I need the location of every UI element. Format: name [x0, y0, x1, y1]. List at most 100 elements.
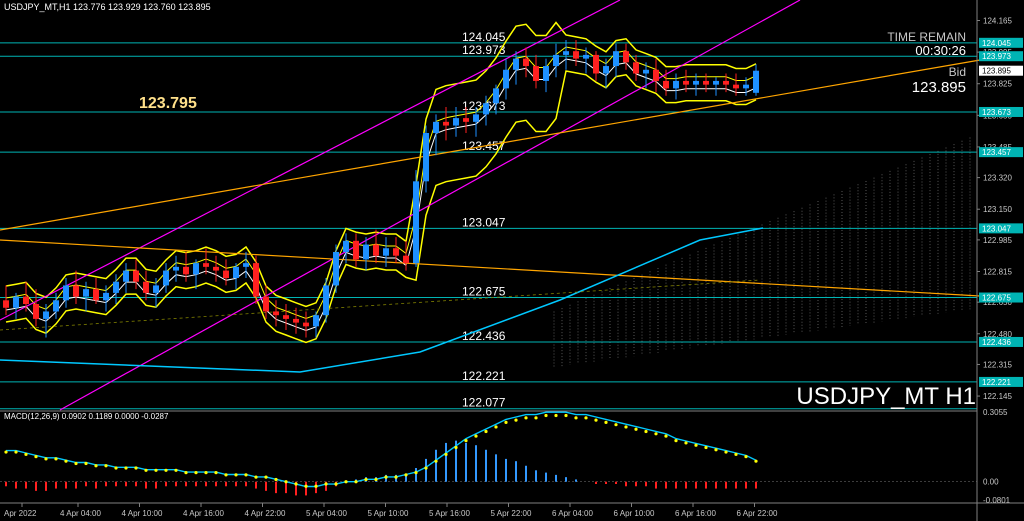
candle-bull — [383, 248, 389, 256]
price-highlight-label: 123.895 — [982, 67, 1011, 76]
candle-bull — [123, 270, 129, 282]
macd-signal-dot — [604, 420, 608, 424]
candle-bull — [173, 266, 179, 271]
candle-bull — [553, 54, 559, 67]
time-tick-label: 5 Apr 22:00 — [491, 509, 532, 518]
level-label: 122.077 — [462, 396, 506, 410]
candle-bear — [223, 270, 229, 278]
candle-bull — [743, 84, 749, 89]
price-highlight-label: 122.436 — [982, 338, 1011, 347]
macd-signal-dot — [674, 439, 678, 443]
candle-bull — [163, 270, 169, 286]
macd-signal-dot — [394, 475, 398, 479]
price-highlight-label: 123.457 — [982, 148, 1011, 157]
price-chart[interactable]: 124.045123.973123.673123.457123.047122.6… — [0, 0, 1024, 521]
macd-signal-dot — [124, 466, 128, 470]
macd-signal-dot — [4, 450, 8, 454]
macd-signal-dot — [194, 470, 198, 475]
candle-bull — [603, 66, 609, 74]
candle-bear — [23, 296, 29, 305]
level-label: 122.436 — [462, 329, 506, 343]
candle-bear — [573, 51, 579, 59]
level-label: 122.675 — [462, 285, 506, 299]
macd-signal-dot — [334, 482, 338, 486]
candle-bear — [663, 80, 669, 89]
macd-signal-dot — [474, 434, 478, 438]
macd-signal-dot — [514, 418, 518, 422]
level-label: 122.221 — [462, 369, 506, 383]
candle-bull — [453, 118, 459, 126]
macd-signal-dot — [224, 473, 228, 477]
macd-signal-dot — [744, 455, 748, 459]
candle-bull — [673, 80, 679, 89]
price-highlight-label: 124.045 — [982, 39, 1011, 48]
chart-background — [0, 0, 1024, 521]
macd-signal-dot — [44, 457, 48, 461]
candle-bull — [53, 300, 59, 312]
candle-bear — [303, 322, 309, 327]
macd-signal-dot — [564, 413, 568, 418]
candle-bear — [293, 318, 299, 323]
candle-bear — [93, 289, 99, 301]
macd-signal-dot — [14, 450, 18, 454]
macd-signal-dot — [694, 443, 698, 447]
macd-signal-dot — [434, 459, 438, 463]
time-tick-label: 6 Apr 16:00 — [675, 509, 716, 518]
macd-signal-dot — [174, 468, 178, 472]
macd-signal-dot — [624, 425, 628, 429]
candle-bear — [143, 281, 149, 293]
price-tick-label: 122.315 — [983, 360, 1012, 369]
macd-signal-dot — [164, 468, 168, 472]
macd-signal-dot — [304, 484, 308, 488]
macd-signal-dot — [614, 423, 618, 427]
time-tick-label: 6 Apr 22:00 — [737, 509, 778, 518]
macd-signal-dot — [384, 475, 388, 479]
macd-signal-dot — [644, 429, 648, 434]
candle-bull — [323, 285, 329, 316]
price-tick-label: 124.165 — [983, 17, 1012, 26]
candle-bull — [713, 80, 719, 85]
candle-bull — [103, 292, 109, 301]
macd-signal-dot — [374, 477, 378, 482]
level-label: 123.973 — [462, 43, 506, 57]
time-tick-label: 4 Apr 16:00 — [183, 509, 224, 518]
candle-bear — [373, 244, 379, 256]
macd-signal-dot — [284, 480, 288, 484]
candle-bear — [633, 62, 639, 74]
macd-signal-dot — [714, 448, 718, 452]
candle-bull — [113, 281, 119, 293]
candle-bull — [483, 103, 489, 115]
big-price-label: 123.795 — [139, 95, 197, 112]
candle-bull — [613, 51, 619, 67]
candle-bear — [353, 240, 359, 260]
macd-signal-dot — [664, 434, 668, 438]
level-label: 123.047 — [462, 215, 506, 229]
macd-tick-label: -0.0801 — [983, 496, 1011, 505]
macd-signal-dot — [404, 473, 408, 477]
macd-signal-dot — [354, 480, 358, 484]
macd-signal-dot — [464, 439, 468, 443]
macd-signal-dot — [684, 441, 688, 445]
candle-bear — [33, 304, 39, 319]
candle-bull — [83, 289, 89, 297]
time-remain-value: 00:30:26 — [915, 43, 966, 58]
macd-signal-dot — [134, 466, 138, 470]
candle-bull — [473, 114, 479, 122]
time-tick-label: 4 Apr 22:00 — [245, 509, 286, 518]
candle-bear — [593, 54, 599, 74]
macd-signal-dot — [444, 452, 448, 456]
time-tick-label: 5 Apr 16:00 — [429, 509, 470, 518]
macd-signal-dot — [524, 416, 528, 420]
macd-signal-dot — [244, 473, 248, 477]
candle-bear — [273, 311, 279, 316]
macd-signal-dot — [324, 482, 328, 486]
bid-label: Bid — [949, 65, 966, 79]
candle-bear — [183, 266, 189, 275]
time-tick-label: 6 Apr 04:00 — [552, 509, 593, 518]
macd-signal-dot — [414, 470, 418, 475]
candle-bear — [683, 80, 689, 85]
price-highlight-label: 122.675 — [982, 294, 1011, 303]
macd-signal-dot — [484, 429, 488, 434]
candle-bear — [73, 285, 79, 297]
candle-bear — [533, 66, 539, 81]
